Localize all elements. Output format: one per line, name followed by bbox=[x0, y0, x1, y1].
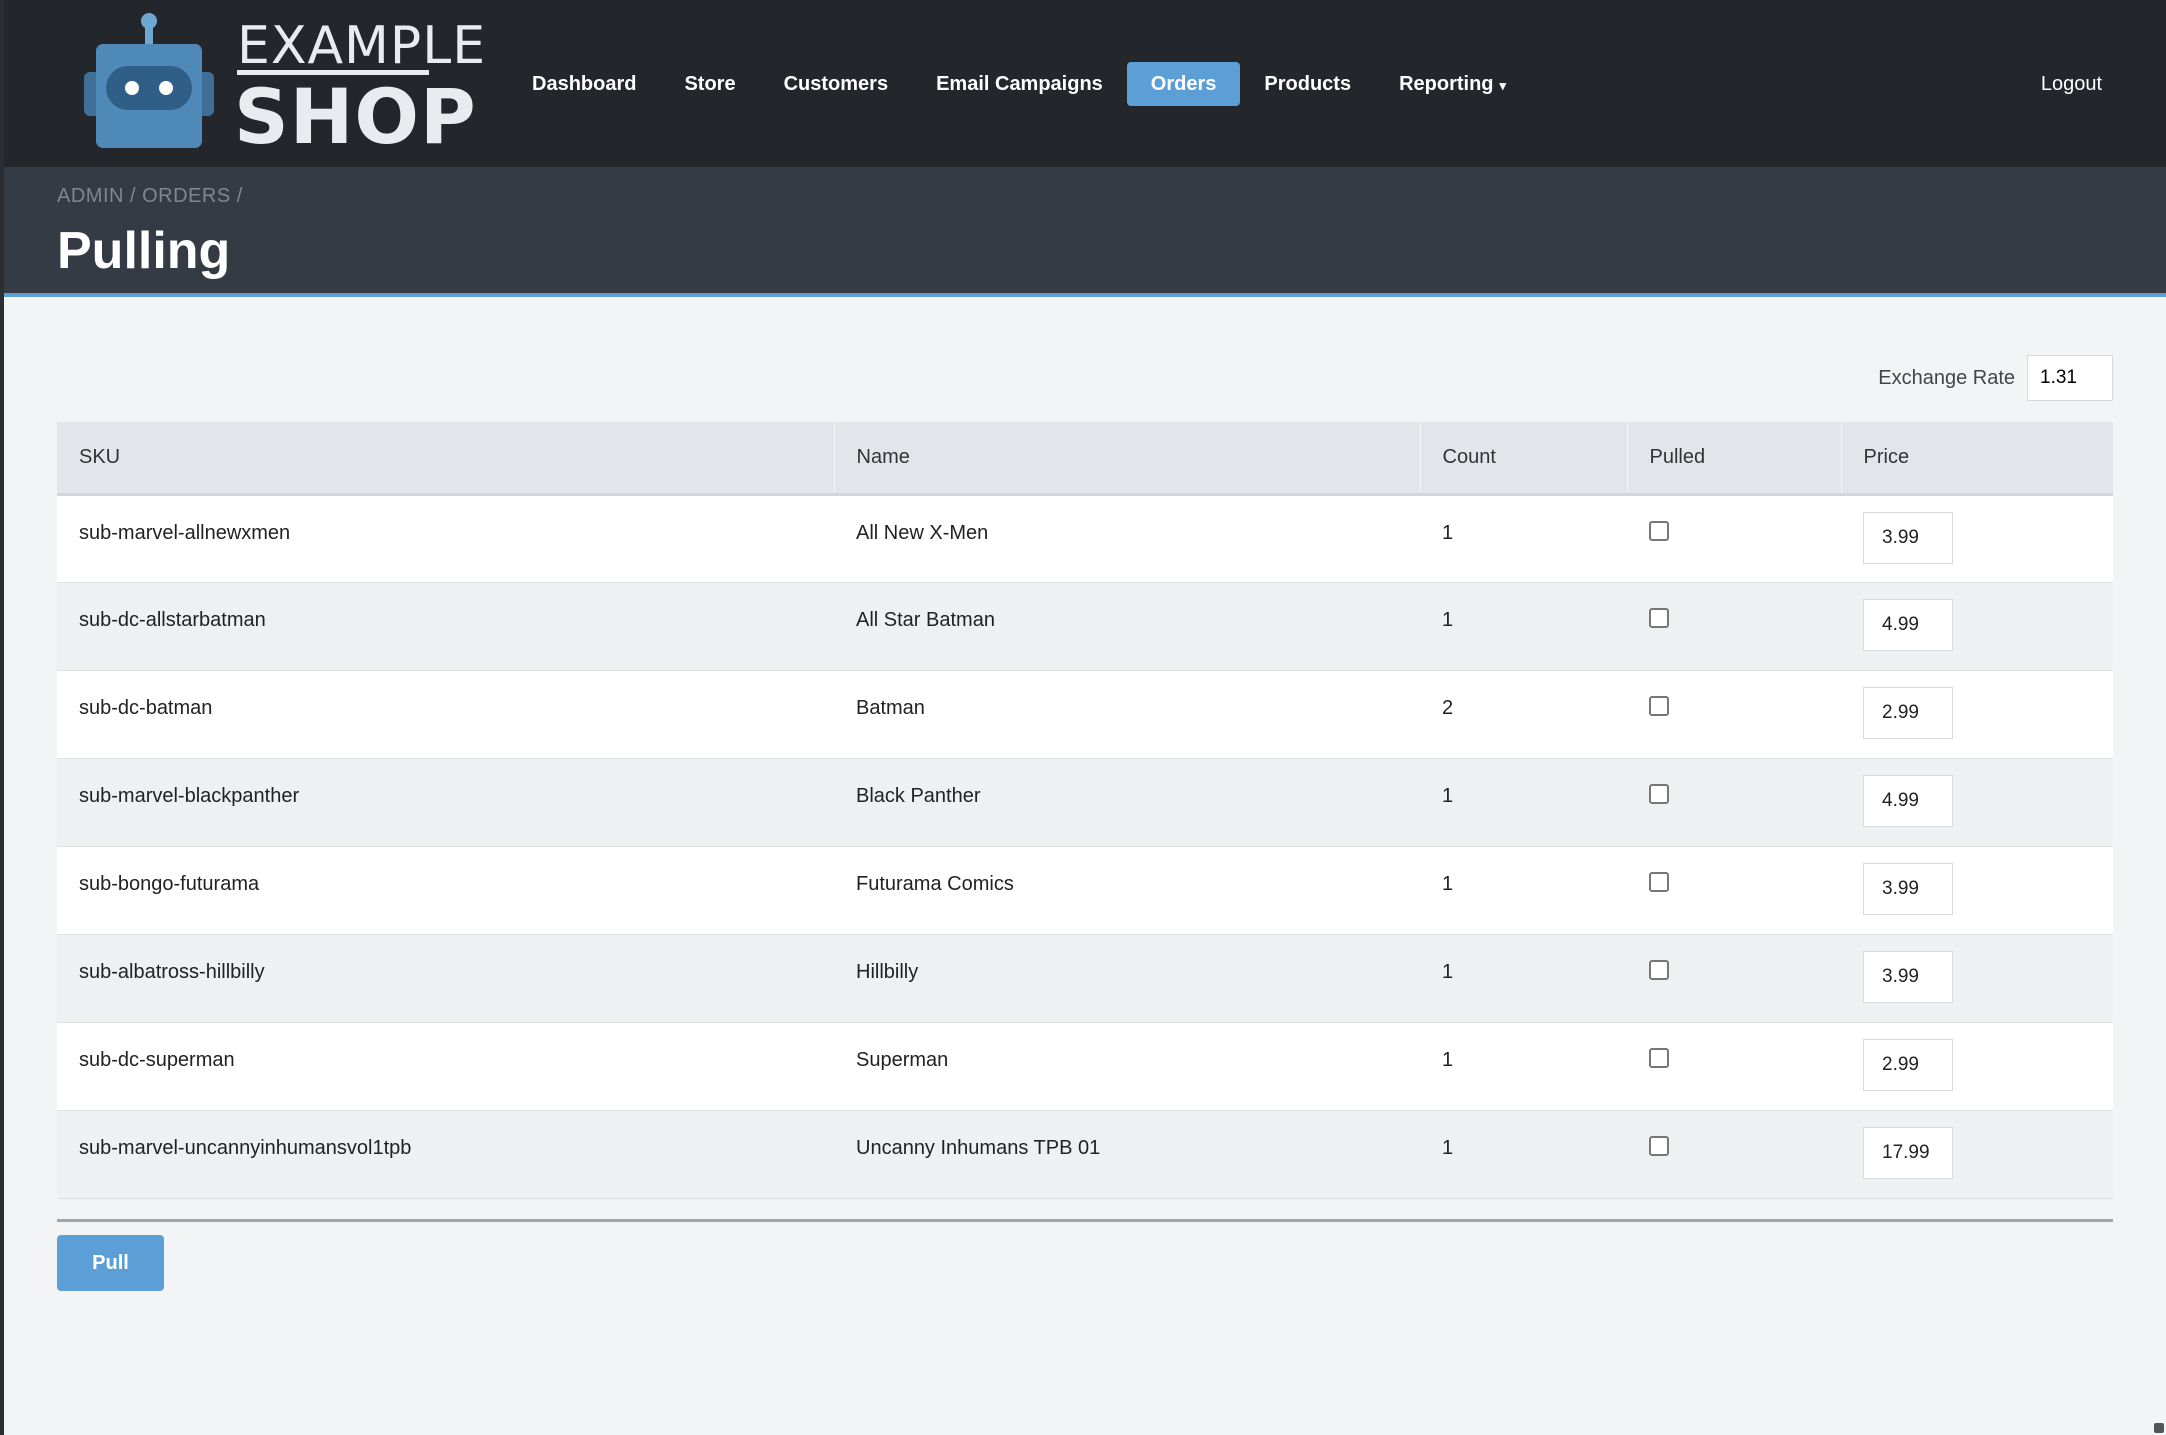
pulled-checkbox[interactable] bbox=[1649, 608, 1669, 628]
name-cell: Futurama Comics bbox=[834, 846, 1420, 935]
resize-grip-icon[interactable] bbox=[2154, 1423, 2164, 1433]
breadcrumb[interactable]: ADMIN / ORDERS / bbox=[57, 185, 243, 208]
column-header-price: Price bbox=[1841, 422, 2113, 496]
price-cell bbox=[1841, 1110, 2113, 1199]
nav-item-reporting-label: Reporting bbox=[1399, 73, 1494, 95]
price-cell bbox=[1841, 670, 2113, 759]
price-input[interactable] bbox=[1863, 599, 1953, 651]
pulled-checkbox[interactable] bbox=[1649, 872, 1669, 892]
nav-item-customers[interactable]: Customers bbox=[760, 62, 912, 106]
price-input[interactable] bbox=[1863, 512, 1953, 564]
price-input[interactable] bbox=[1863, 1039, 1953, 1091]
app-frame: EXAMPLE SHOP Dashboard Store Customers E… bbox=[4, 0, 2166, 1435]
logout-link[interactable]: Logout bbox=[2041, 62, 2102, 106]
pulling-table: SKU Name Count Pulled Price sub-marvel-a… bbox=[57, 422, 2113, 1199]
table-row: sub-dc-allstarbatman All Star Batman 1 bbox=[57, 582, 2113, 671]
name-cell: Superman bbox=[834, 1022, 1420, 1111]
column-header-pulled: Pulled bbox=[1627, 422, 1842, 496]
pulled-cell bbox=[1627, 934, 1841, 1023]
table-row: sub-marvel-allnewxmen All New X-Men 1 bbox=[57, 494, 2113, 583]
price-input[interactable] bbox=[1863, 687, 1953, 739]
table-row: sub-dc-superman Superman 1 bbox=[57, 1022, 2113, 1111]
pulled-checkbox[interactable] bbox=[1649, 1136, 1669, 1156]
page-title: Pulling bbox=[57, 222, 231, 280]
sku-cell: sub-marvel-uncannyinhumansvol1tpb bbox=[57, 1110, 834, 1199]
table-row: sub-dc-batman Batman 2 bbox=[57, 670, 2113, 759]
exchange-rate-label: Exchange Rate bbox=[1878, 366, 2015, 389]
nav-item-store[interactable]: Store bbox=[660, 62, 759, 106]
column-header-name: Name bbox=[834, 422, 1421, 496]
name-cell: Uncanny Inhumans TPB 01 bbox=[834, 1110, 1420, 1199]
price-cell bbox=[1841, 582, 2113, 671]
price-input[interactable] bbox=[1863, 951, 1953, 1003]
count-cell: 1 bbox=[1420, 846, 1627, 935]
robot-logo-icon bbox=[84, 13, 214, 148]
table-row: sub-marvel-blackpanther Black Panther 1 bbox=[57, 758, 2113, 847]
column-header-count: Count bbox=[1420, 422, 1628, 496]
name-cell: Hillbilly bbox=[834, 934, 1420, 1023]
page-header: ADMIN / ORDERS / Pulling bbox=[4, 167, 2166, 297]
count-cell: 1 bbox=[1420, 758, 1627, 847]
sku-cell: sub-dc-allstarbatman bbox=[57, 582, 834, 671]
pulled-cell bbox=[1627, 582, 1841, 671]
count-cell: 2 bbox=[1420, 670, 1627, 759]
price-cell bbox=[1841, 758, 2113, 847]
pulled-checkbox[interactable] bbox=[1649, 1048, 1669, 1068]
sku-cell: sub-marvel-allnewxmen bbox=[57, 494, 834, 583]
example-shop-logo[interactable]: EXAMPLE SHOP bbox=[84, 10, 485, 161]
pull-button[interactable]: Pull bbox=[57, 1235, 164, 1291]
sku-cell: sub-dc-batman bbox=[57, 670, 834, 759]
exchange-rate-control: Exchange Rate bbox=[1878, 355, 2113, 401]
table-bottom-divider bbox=[57, 1219, 2113, 1222]
count-cell: 1 bbox=[1420, 934, 1627, 1023]
pulled-checkbox[interactable] bbox=[1649, 960, 1669, 980]
nav-item-email-campaigns[interactable]: Email Campaigns bbox=[912, 62, 1127, 106]
pulled-checkbox[interactable] bbox=[1649, 696, 1669, 716]
nav-item-dashboard[interactable]: Dashboard bbox=[508, 62, 660, 106]
count-cell: 1 bbox=[1420, 582, 1627, 671]
sku-cell: sub-albatross-hillbilly bbox=[57, 934, 834, 1023]
count-cell: 1 bbox=[1420, 494, 1627, 583]
name-cell: All Star Batman bbox=[834, 582, 1420, 671]
name-cell: All New X-Men bbox=[834, 494, 1420, 583]
price-input[interactable] bbox=[1863, 1127, 1953, 1179]
table-row: sub-bongo-futurama Futurama Comics 1 bbox=[57, 846, 2113, 935]
sku-cell: sub-marvel-blackpanther bbox=[57, 758, 834, 847]
main-nav: Dashboard Store Customers Email Campaign… bbox=[508, 62, 1530, 106]
price-input[interactable] bbox=[1863, 863, 1953, 915]
pulled-cell bbox=[1627, 670, 1841, 759]
pulled-cell bbox=[1627, 494, 1841, 583]
name-cell: Batman bbox=[834, 670, 1420, 759]
price-cell bbox=[1841, 494, 2113, 583]
sku-cell: sub-dc-superman bbox=[57, 1022, 834, 1111]
column-header-sku: SKU bbox=[57, 422, 835, 496]
nav-item-orders[interactable]: Orders bbox=[1126, 62, 1241, 106]
price-input[interactable] bbox=[1863, 775, 1953, 827]
logo-text-shop: SHOP bbox=[234, 72, 477, 161]
pulled-checkbox[interactable] bbox=[1649, 784, 1669, 804]
price-cell bbox=[1841, 934, 2113, 1023]
name-cell: Black Panther bbox=[834, 758, 1420, 847]
price-cell bbox=[1841, 1022, 2113, 1111]
price-cell bbox=[1841, 846, 2113, 935]
logo-text-example: EXAMPLE bbox=[237, 16, 487, 76]
pulled-cell bbox=[1627, 846, 1841, 935]
table-row: sub-albatross-hillbilly Hillbilly 1 bbox=[57, 934, 2113, 1023]
nav-item-reporting[interactable]: Reporting ▾ bbox=[1375, 62, 1530, 106]
table-row: sub-marvel-uncannyinhumansvol1tpb Uncann… bbox=[57, 1110, 2113, 1199]
pulled-cell bbox=[1627, 1110, 1841, 1199]
nav-item-products[interactable]: Products bbox=[1240, 62, 1375, 106]
pulled-checkbox[interactable] bbox=[1649, 521, 1669, 541]
chevron-down-icon: ▾ bbox=[1499, 78, 1507, 93]
pulled-cell bbox=[1627, 758, 1841, 847]
exchange-rate-input[interactable] bbox=[2027, 355, 2113, 401]
window-left-edge bbox=[0, 0, 4, 1435]
count-cell: 1 bbox=[1420, 1022, 1627, 1111]
pulled-cell bbox=[1627, 1022, 1841, 1111]
table-header-row: SKU Name Count Pulled Price bbox=[57, 422, 2113, 496]
sku-cell: sub-bongo-futurama bbox=[57, 846, 834, 935]
top-navbar: EXAMPLE SHOP Dashboard Store Customers E… bbox=[4, 0, 2166, 167]
count-cell: 1 bbox=[1420, 1110, 1627, 1199]
